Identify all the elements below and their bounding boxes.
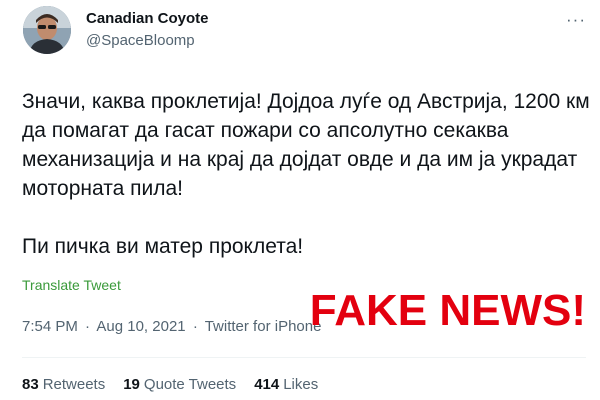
tweet-paragraph: Пи пичка ви матер проклета! <box>22 235 304 258</box>
meta-separator: · <box>192 318 198 335</box>
tweet-paragraph: Значи, каква проклетија! Дојдоа луѓе од … <box>22 90 590 200</box>
tweet-text: Значи, каква проклетија! Дојдоа луѓе од … <box>22 87 592 261</box>
likes-label: Likes <box>283 376 319 393</box>
author-handle[interactable]: @SpaceBloomp <box>86 32 195 49</box>
quote-tweets-stat[interactable]: 19 Quote Tweets <box>123 376 236 393</box>
retweets-stat[interactable]: 83 Retweets <box>22 376 105 393</box>
translate-tweet-link[interactable]: Translate Tweet <box>22 277 121 293</box>
tweet-time[interactable]: 7:54 PM <box>22 318 78 335</box>
quote-tweets-label: Quote Tweets <box>143 376 237 393</box>
quote-tweets-count: 19 <box>123 376 140 393</box>
engagement-stats: 83 Retweets 19 Quote Tweets 414 Likes <box>22 376 318 393</box>
divider <box>22 357 586 358</box>
meta-separator: · <box>85 318 91 335</box>
avatar-photo <box>23 6 71 54</box>
retweets-label: Retweets <box>42 376 106 393</box>
avatar[interactable] <box>23 6 71 54</box>
retweets-count: 83 <box>22 376 39 393</box>
tweet-date[interactable]: Aug 10, 2021 <box>96 318 185 335</box>
author-name[interactable]: Canadian Coyote <box>86 10 209 27</box>
likes-count: 414 <box>254 376 280 393</box>
likes-stat[interactable]: 414 Likes <box>254 376 318 393</box>
tweet-source[interactable]: Twitter for iPhone <box>205 318 322 335</box>
tweet-meta: 7:54 PM · Aug 10, 2021 · Twitter for iPh… <box>22 318 321 335</box>
more-dots-icon[interactable]: ··· <box>566 10 586 30</box>
fake-news-overlay: FAKE NEWS! <box>309 286 586 335</box>
